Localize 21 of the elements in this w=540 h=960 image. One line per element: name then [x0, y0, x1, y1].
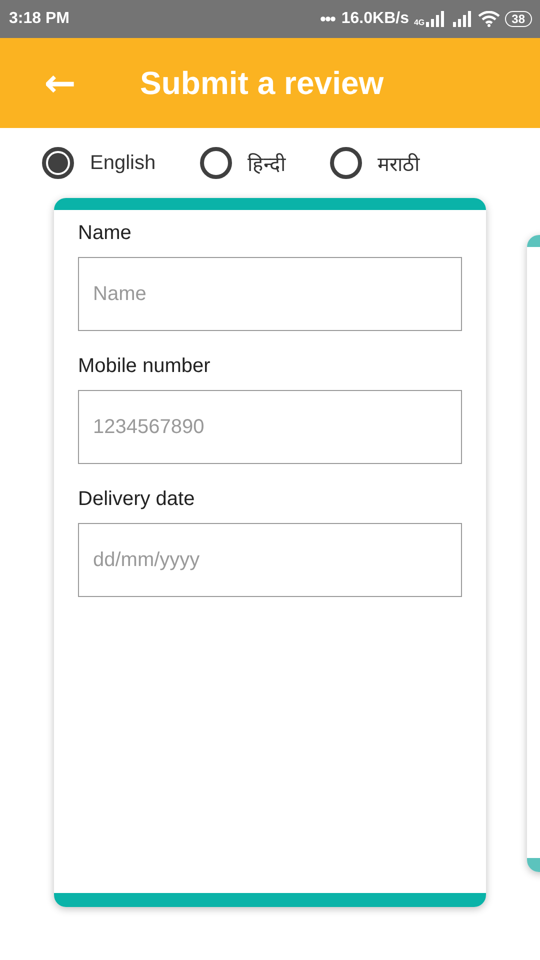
battery-level: 38 [504, 11, 532, 27]
field-label: Delivery date [78, 488, 196, 511]
status-time: 3:18 PM [9, 10, 70, 28]
language-option[interactable]: मराठी [330, 147, 420, 179]
radio-button[interactable] [200, 147, 232, 179]
signal-icon [424, 11, 446, 27]
input-field[interactable]: dd/mm/yyyy [78, 523, 462, 597]
language-option[interactable]: हिन्दी [200, 147, 286, 179]
network-speed: 16.0KB/s [341, 10, 409, 28]
radio-button[interactable] [330, 147, 362, 179]
page-title: Submit a review [140, 64, 384, 102]
language-option[interactable]: English [42, 147, 156, 179]
wifi-icon [478, 11, 500, 27]
network-type: 4G [414, 18, 425, 27]
field-label: Name [78, 222, 132, 245]
field-label: Mobile number [78, 355, 212, 378]
input-field[interactable]: Name [78, 257, 462, 331]
radio-button[interactable] [42, 147, 74, 179]
input-field[interactable]: 1234567890 [78, 390, 462, 464]
signal-icon [450, 11, 473, 27]
more-dots-icon [320, 16, 336, 22]
